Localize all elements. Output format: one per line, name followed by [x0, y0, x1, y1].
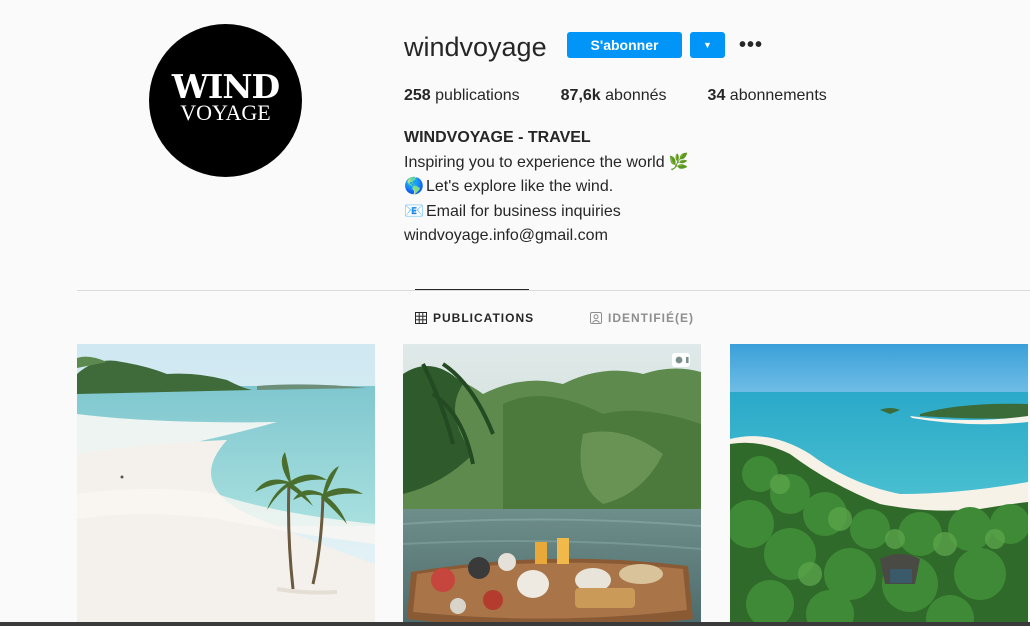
chevron-down-icon: ▼: [703, 40, 712, 50]
follow-button[interactable]: S'abonner: [567, 32, 682, 58]
floating-breakfast-image: [403, 344, 701, 626]
posts-label: publications: [435, 87, 520, 104]
profile-stats: 258 publications 87,6k abonnés 34 abonne…: [404, 86, 868, 106]
avatar-logo-line1: WIND: [171, 67, 280, 106]
tab-publications-label: PUBLICATIONS: [433, 311, 535, 325]
tab-tagged-label: IDENTIFIÉ(E): [608, 311, 694, 325]
followers-count: 87,6k: [560, 87, 601, 104]
post-thumbnail[interactable]: [730, 344, 1028, 626]
globe-icon: 🌎: [404, 178, 424, 195]
ellipsis-icon: •••: [738, 34, 763, 56]
beach-palm-image: [77, 344, 375, 626]
post-thumbnail[interactable]: [77, 344, 375, 626]
bio-line-1: Inspiring you to experience the world 🌿: [404, 151, 691, 176]
tagged-person-icon: [590, 312, 602, 324]
avatar-logo-line2: VOYAGE: [180, 100, 271, 125]
more-options-button[interactable]: •••: [738, 32, 764, 58]
posts-count: 258: [404, 87, 431, 104]
bio-line-3-text: Email for business inquiries: [426, 202, 621, 220]
following-stat[interactable]: 34 abonnements: [708, 86, 827, 106]
following-count: 34: [707, 87, 726, 104]
followers-stat[interactable]: 87,6k abonnés: [561, 86, 667, 106]
profile-username: windvoyage: [404, 32, 547, 62]
video-icon: [672, 353, 690, 367]
post-thumbnail[interactable]: [403, 344, 701, 626]
followers-label: abonnés: [605, 87, 667, 104]
bio-line-3: 📧 Email for business inquiries: [404, 200, 691, 225]
bio-email: windvoyage.info@gmail.com: [404, 227, 608, 244]
bio-line-2-text: Let's explore like the wind.: [426, 178, 614, 195]
tab-tagged[interactable]: IDENTIFIÉ(E): [590, 308, 694, 328]
tropical-island-image: [730, 344, 1028, 626]
profile-avatar[interactable]: WIND VOYAGE: [149, 24, 302, 177]
following-label: abonnements: [729, 87, 827, 104]
leaf-icon: 🌿: [668, 153, 689, 171]
suggestions-dropdown-button[interactable]: ▼: [690, 32, 725, 58]
grid-icon: [415, 312, 427, 324]
envelope-icon: 📧: [404, 202, 424, 220]
bio-line-2: 🌎 Let's explore like the wind.: [404, 175, 691, 200]
window-bottom-edge: [0, 622, 1030, 626]
tabs-divider: [77, 290, 1030, 291]
tab-publications[interactable]: PUBLICATIONS: [415, 308, 534, 328]
active-tab-indicator: [415, 289, 529, 290]
bio-full-name: WINDVOYAGE - TRAVEL: [404, 129, 591, 146]
posts-stat: 258 publications: [404, 86, 520, 106]
bio-line-1-text: Inspiring you to experience the world: [404, 153, 665, 171]
profile-bio: WINDVOYAGE - TRAVEL Inspiring you to exp…: [404, 126, 691, 249]
